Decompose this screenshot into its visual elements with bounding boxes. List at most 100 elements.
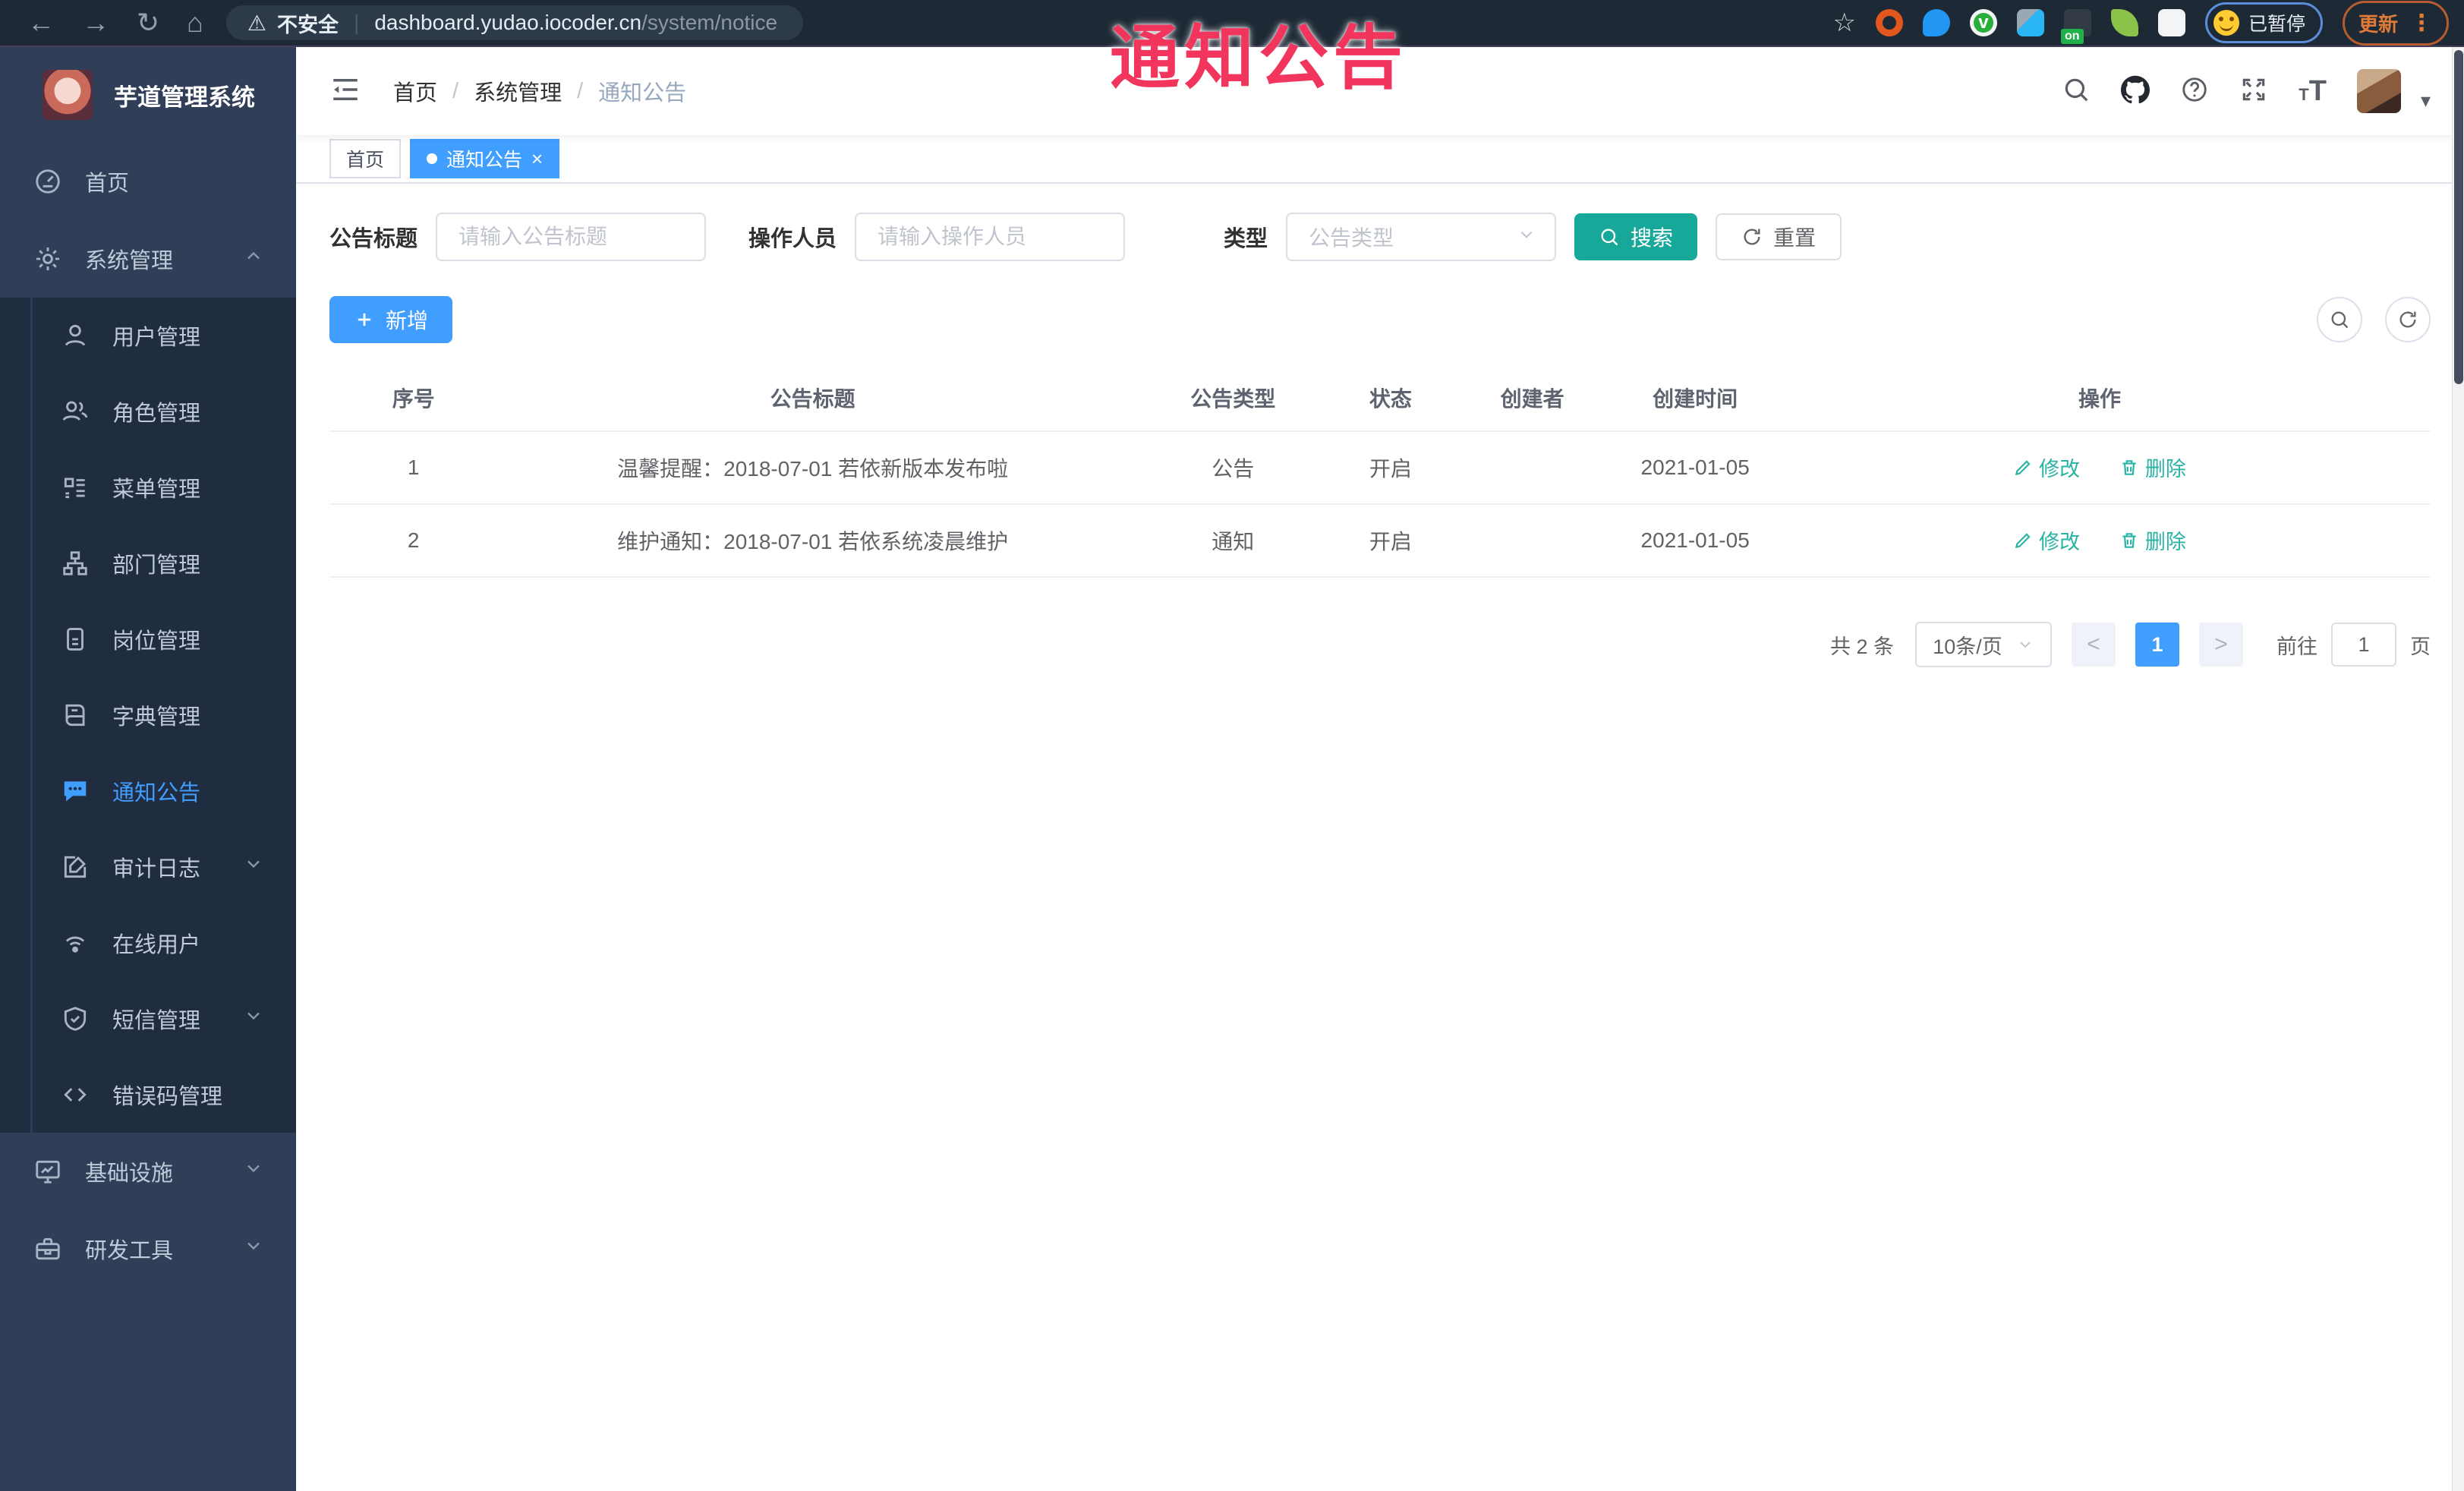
extension-green-leaf-icon[interactable] bbox=[2110, 9, 2138, 36]
sidebar-item-label: 用户管理 bbox=[112, 326, 201, 350]
book-icon bbox=[58, 701, 93, 730]
sidebar-item-posts[interactable]: 岗位管理 bbox=[0, 601, 296, 677]
browser-forward-icon[interactable]: → bbox=[82, 7, 109, 39]
sidebar-collapse-icon[interactable] bbox=[329, 74, 361, 109]
not-secure-label: 不安全 bbox=[277, 13, 339, 36]
fullscreen-icon[interactable] bbox=[2239, 75, 2268, 108]
scrollbar-thumb[interactable] bbox=[2454, 50, 2463, 384]
header-search-icon[interactable] bbox=[2062, 75, 2091, 108]
message-bubble-icon bbox=[58, 777, 93, 805]
avatar-caret-icon[interactable]: ▾ bbox=[2421, 71, 2431, 112]
extension-green-v-icon[interactable]: v bbox=[1969, 9, 1997, 36]
extension-orange-ring-icon[interactable] bbox=[1875, 9, 1903, 36]
tab-label: 首页 bbox=[346, 150, 385, 171]
search-button[interactable]: 搜索 bbox=[1574, 213, 1698, 260]
browser-menu-icon[interactable]: ⋮ bbox=[2410, 10, 2433, 36]
update-label: 更新 bbox=[2358, 12, 2398, 36]
chevron-up-icon bbox=[243, 245, 264, 273]
tab-close-icon[interactable]: × bbox=[531, 149, 543, 169]
app-logo-avatar bbox=[43, 70, 93, 120]
refresh-table-button[interactable] bbox=[2385, 297, 2431, 342]
sidebar-item-dictionary[interactable]: 字典管理 bbox=[0, 677, 296, 753]
current-page-button[interactable]: 1 bbox=[2135, 623, 2179, 667]
menu-list-icon bbox=[58, 473, 93, 502]
sidebar-item-system[interactable]: 系统管理 bbox=[0, 220, 296, 298]
page-size-select[interactable]: 10条/页 bbox=[1915, 622, 2052, 667]
github-icon[interactable] bbox=[2121, 75, 2150, 108]
browser-update-button[interactable]: 更新 ⋮ bbox=[2342, 0, 2449, 46]
prev-page-button[interactable]: < bbox=[2072, 623, 2116, 667]
row-no: 1 bbox=[329, 431, 498, 505]
app-logo-row[interactable]: 芋道管理系统 bbox=[0, 47, 296, 143]
type-filter-label: 类型 bbox=[1224, 227, 1268, 251]
next-page-button[interactable]: > bbox=[2199, 623, 2243, 667]
user-avatar[interactable] bbox=[2356, 69, 2401, 113]
total-count-label: 共 2 条 bbox=[1829, 635, 1894, 658]
plus-icon bbox=[358, 313, 371, 326]
operator-filter-label: 操作人员 bbox=[748, 227, 837, 251]
row-creator bbox=[1443, 504, 1622, 578]
breadcrumb-home[interactable]: 首页 bbox=[393, 75, 437, 107]
type-filter-select[interactable]: 公告类型 bbox=[1286, 213, 1557, 261]
sidebar-item-users[interactable]: 用户管理 bbox=[0, 298, 296, 374]
chevron-down-icon bbox=[2020, 641, 2031, 648]
operator-filter-input[interactable] bbox=[855, 213, 1126, 261]
sidebar-item-label: 研发工具 bbox=[85, 1239, 174, 1263]
help-icon[interactable] bbox=[2180, 75, 2209, 108]
window-scrollbar[interactable] bbox=[2452, 47, 2464, 1491]
extensions-puzzle-icon[interactable] bbox=[2157, 9, 2185, 36]
reset-button-label: 重置 bbox=[1773, 226, 1816, 250]
row-actions: 修改 删除 bbox=[1769, 504, 2431, 578]
refresh-icon bbox=[1744, 229, 1760, 245]
profile-paused-chip[interactable]: 已暂停 bbox=[2204, 2, 2323, 43]
delete-link[interactable]: 删除 bbox=[2119, 525, 2186, 555]
browser-back-icon[interactable]: ← bbox=[27, 7, 55, 39]
sidebar-item-infrastructure[interactable]: 基础设施 bbox=[0, 1133, 296, 1210]
chevron-down-icon bbox=[1517, 225, 1536, 250]
sidebar-item-label: 基础设施 bbox=[85, 1162, 174, 1186]
add-button[interactable]: 新增 bbox=[329, 296, 453, 343]
reset-button[interactable]: 重置 bbox=[1716, 213, 1842, 260]
bookmark-star-icon[interactable]: ☆ bbox=[1832, 8, 1855, 38]
sidebar-item-roles[interactable]: 角色管理 bbox=[0, 374, 296, 449]
breadcrumb: 首页 / 系统管理 / 通知公告 bbox=[393, 75, 686, 107]
trash-icon bbox=[2122, 533, 2136, 548]
extension-blue-drop-icon[interactable] bbox=[1922, 9, 1950, 36]
toggle-search-button[interactable] bbox=[2317, 297, 2362, 342]
sidebar-item-online-users[interactable]: 在线用户 bbox=[0, 905, 296, 981]
sidebar-item-label: 岗位管理 bbox=[112, 629, 201, 654]
row-creator bbox=[1443, 431, 1622, 505]
edit-link[interactable]: 修改 bbox=[2013, 525, 2080, 555]
row-title: 维护通知：2018-07-01 若依系统凌晨维护 bbox=[497, 504, 1128, 578]
title-filter-input[interactable] bbox=[436, 213, 707, 261]
edit-log-icon bbox=[58, 853, 93, 881]
sidebar-item-notice[interactable]: 通知公告 bbox=[0, 753, 296, 829]
sidebar-item-error-codes[interactable]: 错误码管理 bbox=[0, 1057, 296, 1133]
delete-link[interactable]: 删除 bbox=[2119, 452, 2186, 482]
edit-link[interactable]: 修改 bbox=[2013, 452, 2080, 482]
table-row: 1 温馨提醒：2018-07-01 若依新版本发布啦 公告 开启 2021-01… bbox=[329, 431, 2431, 505]
code-icon bbox=[58, 1080, 93, 1109]
tab-notice[interactable]: 通知公告 × bbox=[410, 139, 560, 178]
col-no: 序号 bbox=[329, 364, 498, 432]
sidebar-item-sms[interactable]: 短信管理 bbox=[0, 981, 296, 1057]
browser-home-icon[interactable]: ⌂ bbox=[187, 7, 203, 39]
sidebar-item-menus[interactable]: 菜单管理 bbox=[0, 449, 296, 525]
font-size-icon[interactable]: TT bbox=[2299, 75, 2327, 108]
tab-home[interactable]: 首页 bbox=[329, 139, 402, 178]
address-bar[interactable]: ⚠ 不安全 | dashboard.yudao.iocoder.cn /syst… bbox=[225, 5, 803, 40]
extension-blue-gem-icon[interactable] bbox=[2016, 9, 2044, 36]
sidebar-item-departments[interactable]: 部门管理 bbox=[0, 525, 296, 601]
pencil-icon bbox=[2015, 460, 2031, 475]
pagination: 共 2 条 10条/页 < 1 > 前往 页 bbox=[329, 622, 2431, 667]
breadcrumb-section[interactable]: 系统管理 bbox=[474, 75, 562, 107]
extension-dark-stack-icon[interactable]: on bbox=[2060, 9, 2091, 44]
goto-page-input[interactable] bbox=[2331, 623, 2396, 667]
browser-reload-icon[interactable]: ↻ bbox=[137, 7, 159, 39]
row-title: 温馨提醒：2018-07-01 若依新版本发布啦 bbox=[497, 431, 1128, 505]
extension-on-badge: on bbox=[2060, 29, 2084, 44]
sidebar-item-dev-tools[interactable]: 研发工具 bbox=[0, 1210, 296, 1288]
sidebar-item-audit-log[interactable]: 审计日志 bbox=[0, 829, 296, 905]
sidebar-item-home[interactable]: 首页 bbox=[0, 143, 296, 220]
page-content: 公告标题 操作人员 类型 公告类型 搜索 bbox=[296, 184, 2464, 1491]
